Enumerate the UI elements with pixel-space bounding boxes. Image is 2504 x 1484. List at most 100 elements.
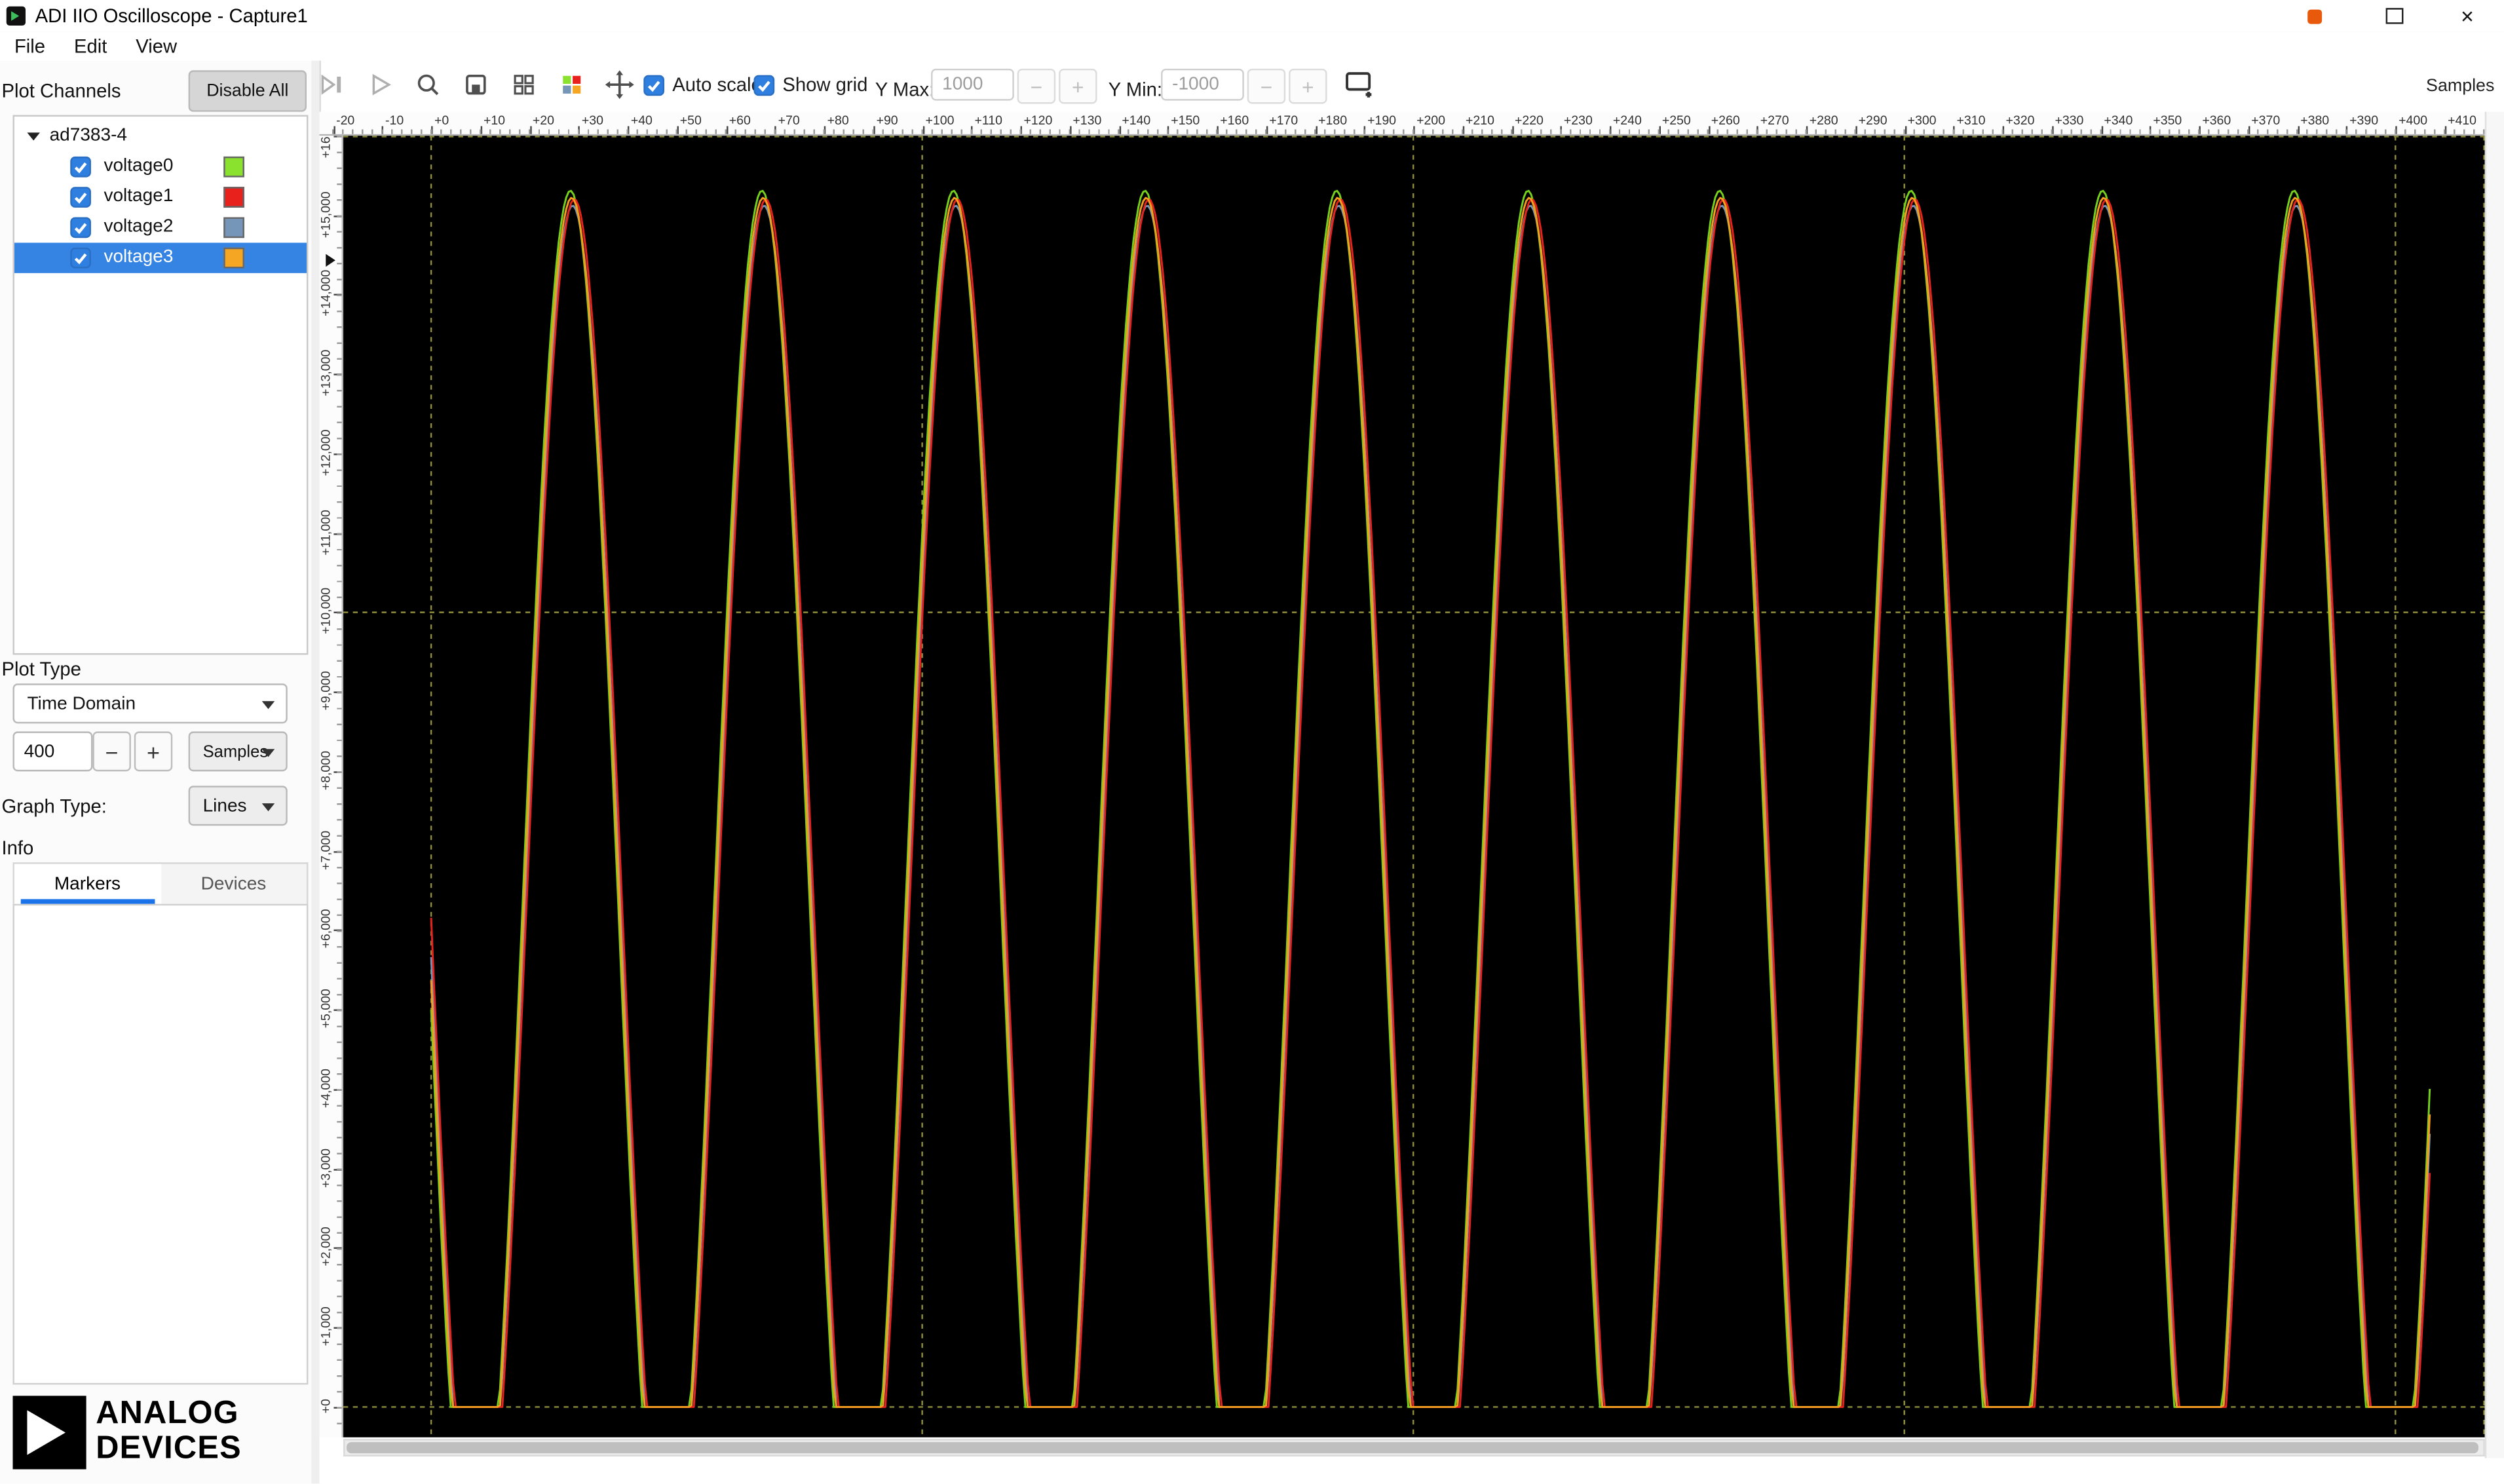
x-tick-label: +20 bbox=[532, 113, 555, 128]
expander-icon[interactable] bbox=[27, 132, 40, 141]
x-tick bbox=[2150, 126, 2152, 134]
x-tick bbox=[1904, 126, 1906, 134]
sample-count-increment-button[interactable]: + bbox=[134, 731, 173, 772]
x-tick-label: +320 bbox=[2005, 113, 2035, 128]
tab-markers[interactable]: Markers bbox=[14, 864, 161, 904]
x-tick bbox=[1707, 126, 1710, 134]
x-tick bbox=[1855, 126, 1857, 134]
menu-file[interactable]: File bbox=[0, 35, 60, 58]
y-min-increment-button[interactable]: + bbox=[1289, 68, 1327, 104]
y-tick-label: +10,000 bbox=[319, 588, 333, 635]
x-tick bbox=[2002, 126, 2005, 134]
y-max-decrement-button[interactable]: − bbox=[1017, 68, 1056, 104]
y-min-label: Y Min: bbox=[1108, 78, 1163, 101]
x-tick-label: +370 bbox=[2251, 113, 2281, 128]
x-tick bbox=[1069, 126, 1071, 134]
horizontal-scrollbar-thumb[interactable] bbox=[346, 1442, 2478, 1454]
y-tick-label: +13,000 bbox=[319, 350, 333, 397]
waveform-plot[interactable] bbox=[343, 136, 2485, 1437]
show-grid-checkbox-box[interactable] bbox=[753, 74, 775, 96]
sample-unit-value: Samples bbox=[202, 742, 269, 761]
grid-view-icon[interactable] bbox=[504, 66, 543, 104]
channel-row-voltage1[interactable]: voltage1 bbox=[14, 182, 307, 212]
info-panel bbox=[12, 904, 309, 1385]
x-tick bbox=[2395, 126, 2397, 134]
menu-view[interactable]: View bbox=[121, 35, 191, 58]
color-swatch[interactable] bbox=[223, 217, 244, 238]
x-tick-label: +30 bbox=[581, 113, 603, 128]
y-min-input[interactable] bbox=[1161, 68, 1244, 101]
x-tick-label: +120 bbox=[1023, 113, 1053, 128]
channels-icon[interactable] bbox=[552, 66, 591, 104]
x-tick-label: +250 bbox=[1661, 113, 1691, 128]
titlebar[interactable]: ADI IIO Oscilloscope - Capture1 × bbox=[0, 0, 2504, 34]
notification-icon[interactable] bbox=[2277, 0, 2351, 32]
show-grid-checkbox[interactable]: Show grid bbox=[753, 73, 867, 96]
channel-row-voltage2[interactable]: voltage2 bbox=[14, 212, 307, 242]
y-tick-label: +12,000 bbox=[319, 429, 333, 476]
zoom-icon[interactable] bbox=[409, 66, 447, 104]
x-tick-label: +50 bbox=[679, 113, 702, 128]
x-tick bbox=[824, 126, 826, 134]
channel-label: voltage3 bbox=[104, 247, 174, 267]
sample-count-decrement-button[interactable]: − bbox=[92, 731, 131, 772]
plot-type-dropdown[interactable]: Time Domain bbox=[12, 683, 288, 724]
y-tick-label: +16,000 bbox=[320, 136, 333, 163]
auto-scale-checkbox-box[interactable] bbox=[643, 74, 664, 96]
sample-unit-dropdown[interactable]: Samples bbox=[188, 731, 288, 772]
x-tick-label: +260 bbox=[1711, 113, 1740, 128]
window-title: ADI IIO Oscilloscope - Capture1 bbox=[35, 5, 308, 28]
restore-button[interactable] bbox=[2357, 0, 2431, 32]
trace-voltage0 bbox=[430, 189, 2431, 1408]
x-tick bbox=[2199, 126, 2201, 134]
play-icon[interactable] bbox=[361, 66, 400, 104]
x-tick-label: -10 bbox=[385, 113, 404, 128]
channel-row-voltage0[interactable]: voltage0 bbox=[14, 152, 307, 182]
x-tick bbox=[774, 126, 777, 134]
tab-devices[interactable]: Devices bbox=[161, 864, 307, 904]
checkbox-voltage0[interactable] bbox=[70, 156, 91, 178]
x-tick-label: +400 bbox=[2399, 113, 2428, 128]
channel-tree: ad7383-4 voltage0 voltage1 voltage2 voltage… bbox=[12, 115, 309, 655]
menu-edit[interactable]: Edit bbox=[60, 35, 121, 58]
y-tick bbox=[333, 1247, 342, 1250]
color-swatch[interactable] bbox=[223, 187, 244, 208]
device-tree-row[interactable]: ad7383-4 bbox=[14, 121, 307, 151]
x-tick bbox=[2444, 126, 2446, 134]
close-button[interactable]: × bbox=[2431, 0, 2504, 32]
device-name: ad7383-4 bbox=[49, 126, 128, 145]
y-max-increment-button[interactable]: + bbox=[1059, 68, 1097, 104]
auto-scale-checkbox[interactable]: Auto scale bbox=[643, 73, 762, 96]
sample-count-input[interactable] bbox=[12, 731, 93, 772]
app-window: ADI IIO Oscilloscope - Capture1 × File Ed… bbox=[0, 0, 2504, 1484]
y-tick bbox=[333, 1168, 342, 1171]
color-swatch[interactable] bbox=[223, 247, 244, 269]
x-tick bbox=[2051, 126, 2054, 134]
x-tick-label: +350 bbox=[2153, 113, 2182, 128]
graph-type-dropdown[interactable]: Lines bbox=[188, 786, 288, 826]
color-swatch[interactable] bbox=[223, 156, 244, 178]
plot-type-label: Plot Type bbox=[1, 658, 81, 681]
y-min-decrement-button[interactable]: − bbox=[1247, 68, 1286, 104]
x-tick bbox=[333, 126, 335, 134]
x-tick bbox=[1462, 126, 1464, 134]
horizontal-scrollbar[interactable] bbox=[343, 1439, 2485, 1456]
checkbox-voltage1[interactable] bbox=[70, 187, 91, 208]
analog-devices-wordmark: ANALOG DEVICES bbox=[96, 1396, 242, 1466]
new-plot-icon[interactable] bbox=[1342, 66, 1380, 104]
y-tick-label: +2,000 bbox=[319, 1227, 333, 1267]
pan-icon[interactable] bbox=[601, 66, 639, 104]
y-max-input[interactable] bbox=[931, 68, 1014, 101]
save-icon[interactable] bbox=[457, 66, 495, 104]
checkbox-voltage2[interactable] bbox=[70, 217, 91, 238]
chevron-down-icon bbox=[261, 803, 275, 812]
x-tick-label: +210 bbox=[1466, 113, 1494, 128]
channel-label: voltage0 bbox=[104, 156, 174, 176]
x-tick-label: +220 bbox=[1514, 113, 1544, 128]
checkbox-voltage3[interactable] bbox=[70, 247, 91, 269]
y-tick bbox=[333, 294, 342, 296]
channel-row-voltage3[interactable]: voltage3 bbox=[14, 242, 307, 273]
y-tick-label: +14,000 bbox=[319, 270, 333, 317]
disable-all-button[interactable]: Disable All bbox=[188, 70, 307, 112]
x-tick-label: -20 bbox=[336, 113, 355, 128]
